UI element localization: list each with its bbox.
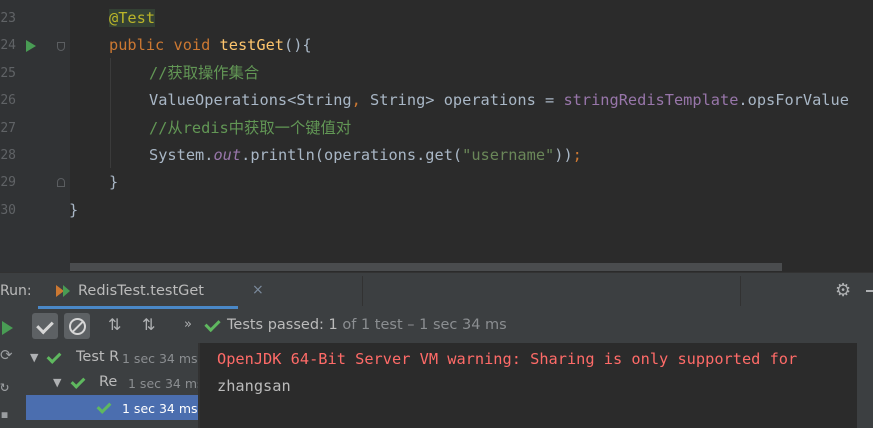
stop-icon[interactable]: ▪ [0, 405, 9, 423]
tree-item-time: 1 sec 34 ms [122, 351, 198, 366]
show-passed-icon [36, 316, 54, 335]
code-token: String> operations = [360, 91, 564, 109]
console-line-output: zhangsan [217, 377, 291, 395]
sort-duration-icon[interactable]: ⇅ [142, 315, 155, 334]
tree-item-time: 1 sec 34 ms [128, 376, 198, 391]
indent-guide [110, 58, 111, 168]
static-field-token: out [213, 146, 242, 164]
chevron-down-icon[interactable]: ▼ [30, 351, 38, 364]
code-token: .println(operations.get( [241, 146, 463, 164]
console-line-warning: OpenJDK 64-Bit Server VM warning: Sharin… [217, 350, 798, 368]
test-runner-toolbar: ⇅ ⇅ » Tests passed: 1 of 1 test – 1 sec … [22, 309, 873, 343]
run-label: Run: [0, 283, 32, 299]
code-token: .opsForValue [738, 91, 849, 109]
code-line-27[interactable]: //从redis中获取一个键值对 [149, 115, 351, 142]
code-token: ValueOperations<String [149, 91, 352, 109]
code-token: } [109, 173, 119, 191]
run-gutter-icon[interactable] [26, 40, 36, 52]
run-tab[interactable]: RedisTest.testGet × [38, 273, 264, 309]
tree-item-test-class[interactable]: ▼ Test R 1 sec 34 ms [26, 345, 198, 370]
console-output[interactable]: OpenJDK 64-Bit Server VM warning: Sharin… [200, 343, 873, 428]
line-number: 27 [0, 121, 16, 136]
line-number: 25 [0, 66, 16, 81]
annotation-token: @Test [109, 9, 156, 27]
keyword-token: void [173, 36, 211, 54]
code-line-30[interactable]: } [69, 197, 78, 224]
fold-icon[interactable] [57, 42, 65, 51]
code-token: )) [554, 146, 573, 164]
code-line-24[interactable]: public void testGet(){ [109, 32, 312, 59]
line-number: 24 [0, 38, 16, 53]
tree-item-test-suite[interactable]: ▼ Re 1 sec 34 ms [26, 370, 198, 395]
run-tab-title: RedisTest.testGet [78, 283, 204, 299]
close-icon[interactable]: × [252, 282, 264, 298]
pass-check-icon [46, 349, 62, 364]
code-line-28[interactable]: System.out.println(operations.get("usern… [149, 142, 582, 169]
method-name-token: testGet [219, 36, 285, 54]
pass-check-icon [96, 399, 112, 414]
tree-item-label: Re [99, 374, 118, 390]
comment-token: //获取操作集合 [149, 64, 260, 82]
toggle-auto-test-icon[interactable]: ↻ [0, 377, 9, 395]
string-token: "username" [462, 146, 555, 164]
expand-chevron-icon[interactable]: » [184, 317, 192, 332]
status-main: Tests passed: 1 [227, 317, 338, 333]
line-number: 26 [0, 93, 16, 108]
field-token: stringRedisTemplate [563, 91, 739, 109]
keyword-token: public [109, 36, 165, 54]
line-number: 30 [0, 203, 16, 218]
show-ignored-icon [69, 318, 86, 335]
tree-item-label: Test R [76, 349, 120, 365]
tree-item-test-method[interactable]: 1 sec 34 ms [26, 395, 198, 420]
line-number: 23 [0, 11, 16, 26]
pass-check-icon [204, 315, 221, 333]
fold-icon[interactable] [57, 178, 65, 187]
divider [740, 276, 741, 306]
code-token: } [69, 201, 79, 219]
code-line-23[interactable]: @Test [109, 5, 156, 32]
comma-token: , [351, 91, 361, 109]
code-token: (){ [284, 36, 312, 54]
comment-token: //从redis中获取一个键值对 [149, 119, 352, 137]
minimize-icon[interactable] [866, 290, 873, 292]
junit-icon [63, 285, 70, 297]
code-line-29[interactable]: } [109, 169, 118, 196]
show-passed-button[interactable] [32, 313, 58, 339]
chevron-down-icon[interactable]: ▼ [53, 376, 61, 389]
pass-check-icon [70, 374, 86, 389]
show-ignored-button[interactable] [64, 313, 90, 339]
semicolon-token: ; [572, 146, 582, 164]
code-editor[interactable]: 23 24 25 26 27 28 29 30 @Test public voi… [0, 0, 873, 272]
console-vertical-scrollbar[interactable] [857, 343, 873, 428]
line-number: 29 [0, 175, 16, 190]
code-line-26[interactable]: ValueOperations<String, String> operatio… [149, 87, 849, 114]
code-token: System. [149, 146, 214, 164]
test-tree[interactable]: ▼ Test R 1 sec 34 ms ▼ Re 1 sec 34 ms 1 … [22, 343, 198, 428]
editor-gutter[interactable]: 23 24 25 26 27 28 29 30 [0, 0, 70, 272]
line-number: 28 [0, 148, 16, 163]
gear-icon[interactable]: ⚙ [835, 280, 851, 301]
rerun-failed-icon[interactable]: ⟳ [0, 346, 13, 364]
status-detail: of 1 test – 1 sec 34 ms [337, 317, 507, 333]
test-status: Tests passed: 1 of 1 test – 1 sec 34 ms [227, 317, 507, 333]
run-side-toolbar: ⟳ ↻ ▪ [0, 309, 23, 428]
horizontal-scrollbar[interactable] [70, 263, 782, 271]
tree-item-time: 1 sec 34 ms [122, 401, 198, 416]
run-tool-window-header: Run: RedisTest.testGet × ⚙ [0, 272, 873, 309]
code-line-25[interactable]: //获取操作集合 [149, 60, 259, 87]
rerun-icon[interactable] [2, 321, 13, 335]
divider [362, 276, 363, 306]
sort-alpha-icon[interactable]: ⇅ [108, 315, 121, 334]
